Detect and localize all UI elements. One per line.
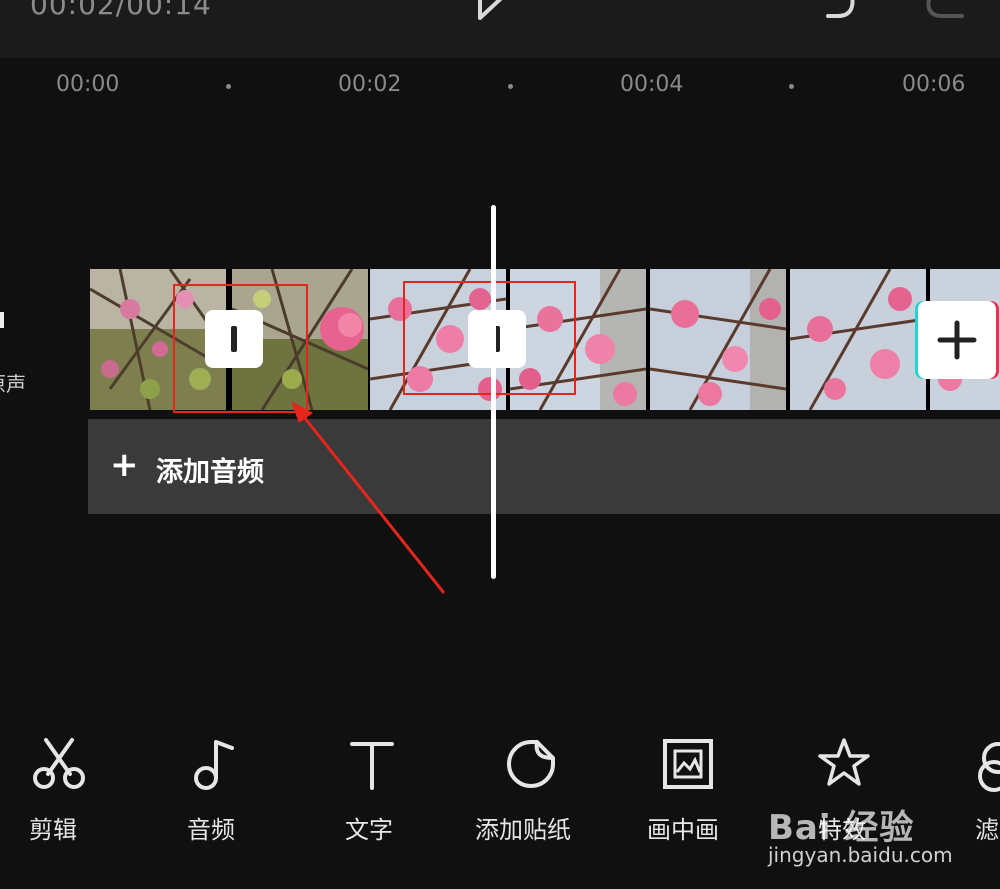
- text-icon[interactable]: [348, 740, 396, 790]
- music-note-icon[interactable]: [192, 738, 238, 792]
- toolbar-label-pip[interactable]: 画中画: [647, 810, 719, 845]
- sticker-icon[interactable]: [505, 738, 557, 790]
- scissors-icon[interactable]: [30, 738, 88, 790]
- star-effects-icon[interactable]: [816, 736, 872, 792]
- toolbar-label-sticker[interactable]: 添加贴纸: [475, 810, 571, 845]
- toolbar-label-text[interactable]: 文字: [345, 810, 393, 845]
- toolbar-label-filter[interactable]: 滤: [975, 810, 999, 845]
- toolbar-label-cut[interactable]: 剪辑: [29, 810, 77, 845]
- picture-in-picture-icon[interactable]: [662, 738, 714, 790]
- filter-icon[interactable]: [974, 740, 1000, 792]
- watermark-url: jingyan.baidu.com: [768, 843, 953, 867]
- watermark-logo: Bai 经验: [768, 808, 915, 848]
- toolbar-label-audio[interactable]: 音频: [187, 810, 235, 845]
